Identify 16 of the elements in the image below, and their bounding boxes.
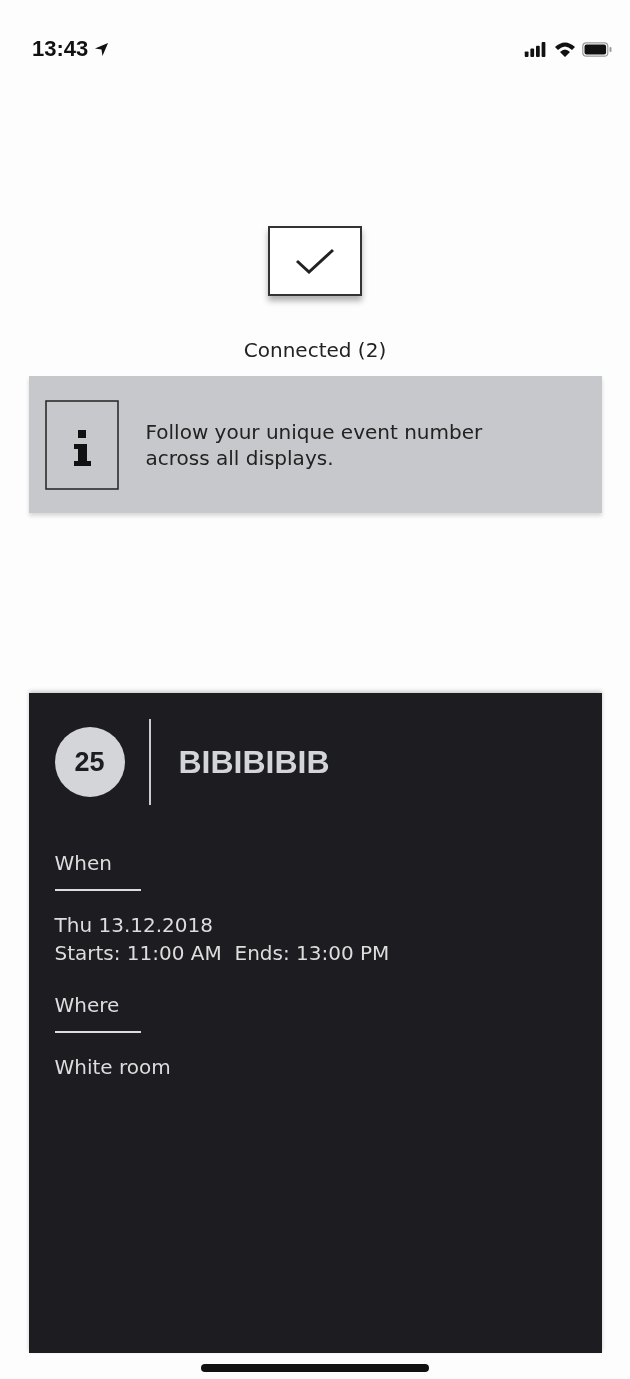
section-heading: When	[54, 851, 113, 875]
wifi-icon	[554, 41, 576, 57]
event-title: BIBIBIBIB	[178, 743, 330, 781]
info-text: Follow your unique event number across all displays.	[145, 418, 484, 471]
checkmark-icon	[295, 248, 335, 274]
signal-icon	[524, 41, 548, 57]
connection-status: Connected (2)	[243, 338, 387, 362]
info-icon	[44, 399, 119, 490]
section-text: Thu 13.12.2018	[54, 912, 214, 939]
section-heading: Where	[54, 993, 121, 1017]
status-time: 13:43	[32, 36, 89, 62]
battery-icon	[582, 41, 612, 57]
event-number: 25	[54, 727, 125, 797]
location-arrow-icon	[94, 41, 110, 57]
section-text: Starts: 11:00 AM Ends: 13:00 PM	[54, 940, 391, 967]
section-text: White room	[54, 1054, 172, 1081]
